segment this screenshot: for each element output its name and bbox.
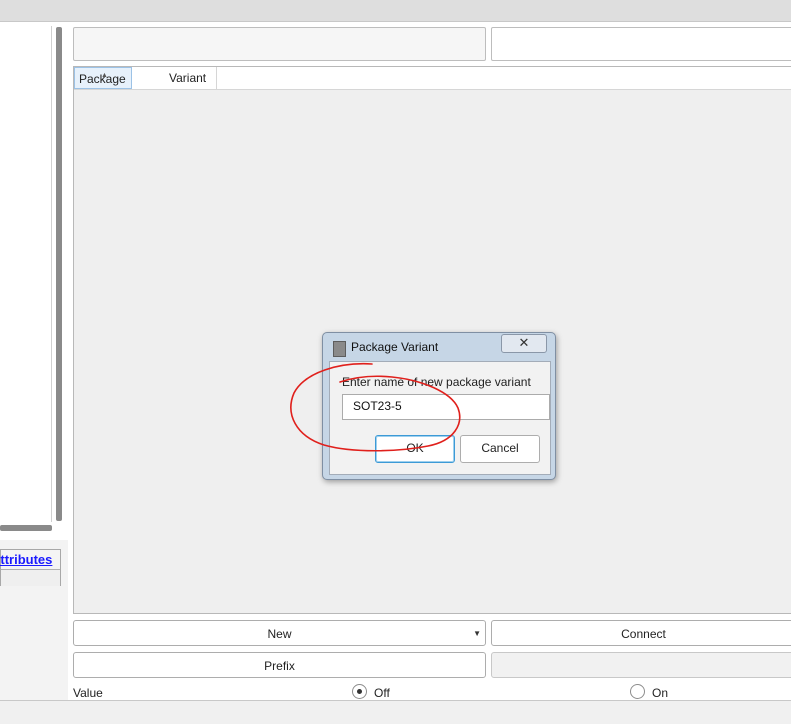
attributes-link[interactable]: Attributes [0, 552, 52, 567]
horizontal-scrollbar[interactable] [0, 525, 52, 531]
column-header-variant-label: Variant [169, 71, 207, 85]
left-tree-pane[interactable] [0, 26, 52, 522]
connect-button-label: Connect [621, 627, 666, 641]
value-on-radio[interactable] [630, 684, 645, 699]
prefix-button-label: Prefix [264, 659, 295, 673]
new-button[interactable]: New ▼ [73, 620, 486, 646]
package-variant-icon [333, 341, 346, 357]
dropdown-arrow-icon[interactable]: ▼ [473, 621, 481, 647]
prefix-button[interactable]: Prefix [73, 652, 486, 678]
ok-button-label: OK [406, 441, 424, 455]
package-preview-field[interactable] [491, 27, 791, 61]
value-off-label[interactable]: Off [374, 685, 390, 701]
close-icon: ✕ [518, 335, 530, 350]
top-toolbar [0, 0, 791, 22]
cancel-button-label: Cancel [481, 441, 519, 455]
sort-caret-icon: ▲ [101, 72, 108, 79]
list-header: ▲ Package Variant [74, 67, 791, 90]
close-button[interactable]: ✕ [501, 334, 547, 353]
connect-button[interactable]: Connect [491, 620, 791, 646]
dialog-body: Enter name of new package variant SOT23-… [329, 361, 551, 475]
value-off-radio[interactable] [352, 684, 367, 699]
dialog-title: Package Variant [351, 340, 439, 354]
value-on-label[interactable]: On [652, 685, 668, 701]
new-button-label: New [267, 627, 292, 641]
vertical-scrollbar[interactable] [56, 27, 62, 521]
prefix-value-field [491, 652, 791, 678]
package-variant-dialog: Package Variant ✕ Enter name of new pack… [322, 332, 556, 480]
ok-button[interactable]: OK [375, 435, 455, 463]
variant-name-input[interactable]: SOT23-5 [342, 394, 550, 420]
attributes-subfield [1, 569, 60, 586]
cancel-button[interactable]: Cancel [460, 435, 540, 463]
column-header-variant[interactable]: Variant [165, 67, 217, 89]
description-field[interactable] [73, 27, 486, 61]
value-label: Value [73, 686, 103, 700]
attributes-box: Attributes [0, 549, 61, 586]
dialog-prompt: Enter name of new package variant [342, 375, 531, 389]
radio-selected-dot [357, 689, 362, 694]
status-bar [0, 700, 791, 724]
column-header-package[interactable]: ▲ Package [74, 67, 132, 89]
